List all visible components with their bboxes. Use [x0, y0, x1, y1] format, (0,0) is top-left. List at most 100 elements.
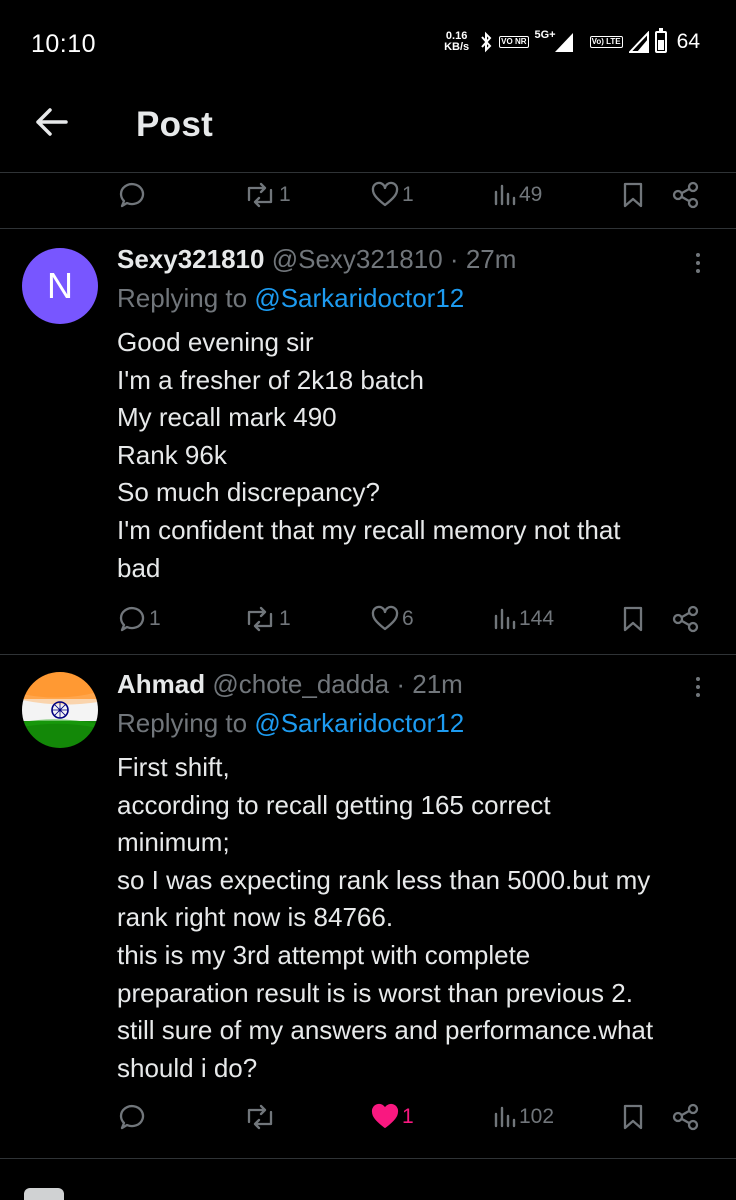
bookmark-button[interactable]: [620, 599, 646, 639]
views-chart-icon: [494, 608, 516, 630]
status-time: 10:10: [31, 30, 97, 58]
signal-icon-2: [628, 31, 649, 53]
mention-link[interactable]: @Sarkaridoctor12: [254, 283, 464, 313]
like-count: 6: [402, 607, 414, 630]
views-button[interactable]: 49: [493, 175, 542, 215]
share-icon: [672, 605, 699, 633]
text-line: First shift,: [117, 752, 230, 782]
back-button[interactable]: [30, 102, 74, 142]
battery-level: 64: [676, 30, 700, 53]
status-bar: 10:10 0.16 KB/s VO NR 5G+ Vo) LTE 64: [0, 0, 736, 92]
bookmark-button[interactable]: [620, 1097, 646, 1137]
share-button[interactable]: [671, 599, 701, 639]
text-line: according to recall getting 165 correct: [117, 789, 551, 820]
avatar[interactable]: N: [22, 248, 98, 324]
view-count: 49: [519, 183, 543, 206]
text-line: So much discrepancy?: [117, 477, 381, 508]
network-type-label: 5G+: [534, 29, 556, 41]
mention-link[interactable]: @Sarkaridoctor12: [254, 708, 464, 738]
text-line: I'm a fresher of 2k18 batch: [117, 364, 425, 395]
views-button[interactable]: 144: [493, 599, 554, 639]
views-chart-icon: [494, 184, 516, 206]
text-line: still sure of my answers and performance…: [117, 1015, 654, 1046]
more-options-button[interactable]: [686, 672, 710, 702]
repost-button[interactable]: 1: [243, 175, 291, 215]
like-button[interactable]: 6: [370, 599, 414, 639]
separator-dot: ·: [449, 244, 459, 274]
repost-button[interactable]: 1: [243, 599, 291, 639]
india-flag-avatar: [22, 672, 98, 748]
view-count: 102: [519, 1105, 555, 1128]
reply-button[interactable]: 1: [117, 599, 161, 639]
next-item-peek: [24, 1188, 64, 1200]
header-divider: [0, 172, 736, 173]
user-handle[interactable]: @chote_dadda: [212, 669, 389, 699]
reply-actions: 1 102: [0, 1097, 736, 1137]
share-button[interactable]: [671, 1097, 701, 1137]
like-count: 1: [402, 183, 414, 206]
reply-bubble-icon: [119, 1104, 145, 1130]
timestamp[interactable]: 21m: [412, 669, 463, 699]
text-line: Rank 96k: [117, 439, 227, 470]
repost-button[interactable]: [243, 1097, 279, 1137]
heart-icon: [371, 181, 399, 207]
display-name[interactable]: Sexy321810: [117, 244, 264, 274]
replying-to-line: Replying to @Sarkaridoctor12: [117, 283, 464, 314]
text-line: minimum;: [117, 827, 230, 858]
top-app-bar: Post: [0, 92, 736, 172]
text-line: rank right now is 84766.: [117, 902, 394, 933]
avatar[interactable]: [22, 672, 98, 748]
like-button[interactable]: 1: [370, 1097, 414, 1137]
share-icon: [672, 181, 699, 209]
reply-button[interactable]: [117, 1097, 149, 1137]
text-line: bad: [117, 552, 161, 583]
lte-chip: Vo) LTE: [589, 36, 623, 48]
display-name[interactable]: Ahmad: [117, 669, 205, 699]
heart-icon: [371, 605, 399, 631]
repost-count: 1: [279, 607, 291, 630]
bluetooth-icon: [481, 31, 492, 53]
more-options-button[interactable]: [686, 248, 710, 278]
text-line: this is my 3rd attempt with complete: [117, 939, 531, 970]
reply-text: Good evening sir I'm a fresher of 2k18 b…: [117, 324, 717, 587]
reply-header: Sexy321810 @Sexy321810 · 27m: [117, 244, 516, 275]
replying-prefix: Replying to: [117, 283, 248, 313]
reply-button[interactable]: [117, 175, 149, 215]
text-line: preparation result is is worst than prev…: [117, 977, 633, 1008]
battery-icon: [654, 28, 667, 53]
main-post-actions: 1 1 49: [0, 175, 736, 215]
reply-actions: 1 1 6 144: [0, 599, 736, 639]
repost-icon: [247, 182, 273, 208]
views-button[interactable]: 102: [493, 1097, 554, 1137]
share-icon: [672, 1103, 699, 1131]
user-handle[interactable]: @Sexy321810: [272, 244, 443, 274]
reply-item[interactable]: N Sexy321810 @Sexy321810 · 27m Replying …: [0, 228, 736, 654]
text-line: so I was expecting rank less than 5000.b…: [117, 864, 651, 895]
bookmark-icon: [623, 182, 643, 208]
timestamp[interactable]: 27m: [466, 244, 517, 274]
replying-prefix: Replying to: [117, 708, 248, 738]
like-count: 1: [402, 1105, 414, 1128]
text-line: I'm confident that my recall memory not …: [117, 514, 621, 545]
bookmark-icon: [623, 1104, 643, 1130]
text-line: Good evening sir: [117, 327, 314, 357]
more-vertical-icon: [696, 677, 700, 681]
replying-to-line: Replying to @Sarkaridoctor12: [117, 708, 464, 739]
status-icons: 0.16 KB/s VO NR 5G+ Vo) LTE 64: [444, 28, 700, 54]
bookmark-icon: [623, 606, 643, 632]
arrow-left-icon: [36, 108, 68, 136]
separator-dot: ·: [396, 669, 406, 699]
avatar-initial: N: [47, 265, 73, 306]
heart-filled-icon: [371, 1103, 399, 1128]
text-line: should i do?: [117, 1052, 258, 1083]
reply-count: 1: [149, 607, 161, 630]
bookmark-button[interactable]: [620, 175, 646, 215]
reply-divider: [0, 1158, 736, 1159]
reply-item[interactable]: Ahmad @chote_dadda · 21m Replying to @Sa…: [0, 654, 736, 1160]
repost-icon: [247, 1104, 273, 1130]
repost-icon: [247, 606, 273, 632]
reply-bubble-icon: [119, 606, 145, 632]
like-button[interactable]: 1: [370, 175, 414, 215]
network-speed: 0.16 KB/s: [444, 31, 469, 53]
share-button[interactable]: [671, 175, 701, 215]
